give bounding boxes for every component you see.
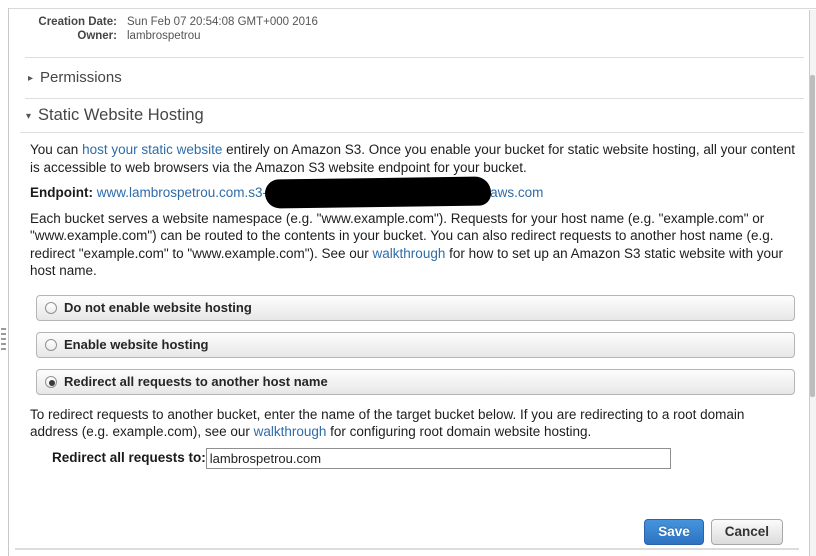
endpoint-url-suffix: aws.com bbox=[490, 185, 544, 200]
properties-accordion: ▸ Permissions ▾ Static Website Hosting Y… bbox=[9, 57, 809, 545]
properties-panel: Creation Date: Sun Feb 07 20:54:08 GMT+0… bbox=[0, 0, 816, 556]
static-hosting-content: You can host your static website entirel… bbox=[9, 141, 809, 545]
bottom-divider bbox=[15, 547, 799, 550]
static-hosting-section-title: Static Website Hosting bbox=[38, 106, 204, 124]
radio-button-icon[interactable] bbox=[45, 375, 57, 388]
walkthrough-link-root-domain[interactable]: walkthrough bbox=[254, 424, 327, 439]
section-divider bbox=[20, 132, 804, 133]
redirect-input-row: Redirect all requests to: bbox=[30, 447, 795, 469]
cancel-button[interactable]: Cancel bbox=[710, 518, 783, 545]
creation-date-label: Creation Date: bbox=[38, 16, 117, 28]
endpoint-line: Endpoint: www.lambrospetrou.com.s3- aws.c… bbox=[30, 176, 795, 209]
radio-button-icon[interactable] bbox=[45, 301, 57, 314]
endpoint-label: Endpoint: bbox=[30, 185, 93, 200]
redaction-marker bbox=[264, 176, 492, 209]
panel-resize-grip[interactable] bbox=[1, 328, 6, 350]
scrollbar-track[interactable] bbox=[809, 10, 816, 556]
chevron-down-icon: ▾ bbox=[26, 111, 32, 122]
intro-text-pre: You can bbox=[30, 142, 83, 157]
option-enable-hosting[interactable]: Enable website hosting bbox=[36, 331, 795, 358]
redirect-paragraph: To redirect requests to another bucket, … bbox=[30, 406, 795, 441]
intro-paragraph: You can host your static website entirel… bbox=[30, 141, 795, 176]
owner-row: Owner: lambrospetrou bbox=[9, 29, 809, 43]
permissions-section-title: Permissions bbox=[40, 69, 122, 86]
save-button[interactable]: Save bbox=[644, 518, 704, 545]
bucket-meta: Creation Date: Sun Feb 07 20:54:08 GMT+0… bbox=[9, 9, 809, 43]
owner-value: lambrospetrou bbox=[127, 30, 201, 42]
action-buttons: Save Cancel bbox=[30, 518, 795, 545]
scrollbar-thumb[interactable] bbox=[810, 75, 815, 397]
namespace-paragraph: Each bucket serves a website namespace (… bbox=[30, 210, 795, 280]
hosting-options-group: Do not enable website hosting Enable web… bbox=[30, 294, 795, 395]
option-label: Enable website hosting bbox=[64, 336, 209, 352]
section-static-website-hosting[interactable]: ▾ Static Website Hosting bbox=[25, 98, 804, 132]
radio-button-icon[interactable] bbox=[45, 338, 57, 351]
host-static-website-link[interactable]: host your static website bbox=[82, 142, 222, 157]
redirect-text-post: for configuring root domain website host… bbox=[326, 424, 592, 439]
option-label: Do not enable website hosting bbox=[64, 299, 252, 315]
radio-dot bbox=[49, 379, 55, 386]
endpoint-url-link[interactable]: www.lambrospetrou.com.s3- aws.com bbox=[96, 176, 544, 209]
walkthrough-link-setup[interactable]: walkthrough bbox=[373, 246, 446, 261]
option-redirect-requests[interactable]: Redirect all requests to another host na… bbox=[36, 368, 795, 395]
redirect-target-input[interactable] bbox=[205, 447, 671, 469]
option-label: Redirect all requests to another host na… bbox=[64, 373, 328, 389]
chevron-right-icon: ▸ bbox=[28, 73, 34, 84]
creation-date-value: Sun Feb 07 20:54:08 GMT+000 2016 bbox=[127, 16, 318, 28]
section-permissions[interactable]: ▸ Permissions bbox=[25, 57, 804, 98]
creation-date-row: Creation Date: Sun Feb 07 20:54:08 GMT+0… bbox=[9, 15, 809, 29]
owner-label: Owner: bbox=[77, 30, 117, 42]
endpoint-url-prefix: www.lambrospetrou.com.s3- bbox=[96, 185, 268, 200]
redirect-all-requests-label: Redirect all requests to: bbox=[52, 450, 206, 466]
option-do-not-enable-hosting[interactable]: Do not enable website hosting bbox=[36, 294, 795, 321]
